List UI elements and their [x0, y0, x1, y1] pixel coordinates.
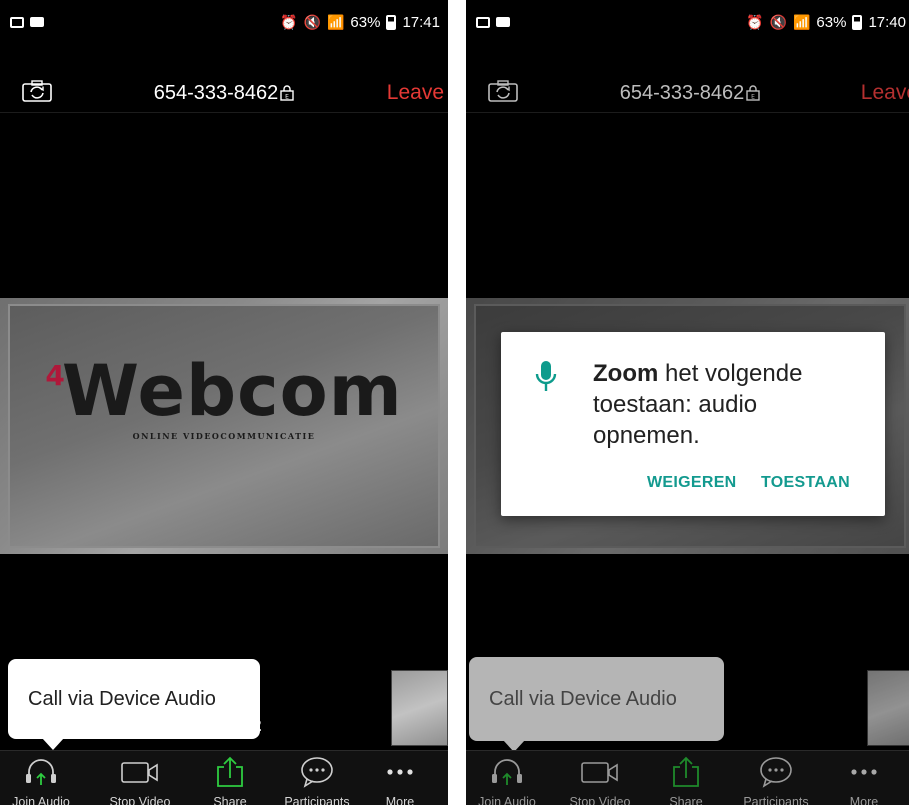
- battery-icon: [386, 14, 397, 30]
- battery-percent: 63%: [350, 13, 381, 31]
- participants-chat-icon: [760, 757, 792, 788]
- wifi-icon: 📶: [326, 14, 345, 30]
- more-button[interactable]: More: [834, 755, 894, 805]
- more-button[interactable]: More: [370, 755, 430, 805]
- video-frame: 4Webcom ONLINE VIDEOCOMMUNICATIE: [8, 304, 440, 548]
- allow-button[interactable]: TOESTAAN: [761, 474, 850, 492]
- status-bar: ⏰ 🔇 📶 63% 17:40: [466, 0, 909, 44]
- meeting-id: 654-333-8462 E: [466, 82, 909, 105]
- svg-text:E: E: [285, 94, 289, 101]
- call-device-audio-tooltip[interactable]: Call via Device Audio: [8, 659, 260, 750]
- leave-button[interactable]: Leave: [387, 81, 444, 105]
- headphones-icon: [492, 759, 522, 785]
- mute-icon: 🔇: [769, 14, 787, 30]
- clock: 17:40: [868, 13, 906, 31]
- clock: 17:41: [402, 13, 440, 31]
- logo-tagline: ONLINE VIDEOCOMMUNICATIE: [132, 431, 316, 441]
- video-notification-icon: [496, 17, 510, 27]
- tooltip-label: Call via Device Audio: [489, 687, 677, 710]
- participants-button[interactable]: Participants: [734, 755, 818, 805]
- meeting-id-text: 654-333-8462: [153, 82, 279, 104]
- video-camera-icon: [121, 762, 158, 783]
- participants-label: Participants: [743, 795, 809, 805]
- tooltip-label: Call via Device Audio: [28, 687, 216, 710]
- encryption-lock-icon: E: [746, 85, 760, 101]
- dialog-message: Zoom het volgende toestaan: audio opneme…: [593, 358, 853, 451]
- more-icon: [387, 769, 413, 775]
- microphone-icon: [535, 361, 557, 391]
- join-audio-label: Join Audio: [12, 795, 70, 805]
- image-notification-icon: [10, 16, 24, 28]
- alarm-icon: ⏰: [746, 14, 764, 30]
- bottom-toolbar: Join Audio Stop Video Share Participants…: [0, 750, 448, 805]
- join-audio-button[interactable]: Join Audio: [0, 755, 83, 805]
- webcom-logo: 4Webcom: [45, 350, 403, 432]
- stop-video-button[interactable]: Stop Video: [98, 755, 182, 805]
- share-label: Share: [669, 795, 703, 805]
- meeting-top-bar: 654-333-8462 E Leave: [466, 62, 909, 113]
- more-label: More: [385, 795, 415, 805]
- deny-button[interactable]: WEIGEREN: [647, 474, 737, 492]
- image-notification-icon: [476, 16, 490, 28]
- shared-video: 4Webcom ONLINE VIDEOCOMMUNICATIE: [0, 298, 448, 554]
- bottom-toolbar: Join Audio Stop Video Share Participants…: [466, 750, 909, 805]
- join-audio-label: Join Audio: [478, 795, 536, 805]
- svg-text:E: E: [751, 94, 755, 101]
- more-icon: [851, 769, 877, 775]
- share-icon: [673, 756, 699, 787]
- self-video-thumbnail[interactable]: [391, 670, 448, 746]
- leave-button[interactable]: Leave: [861, 81, 909, 105]
- mute-icon: 🔇: [303, 14, 321, 30]
- share-label: Share: [213, 795, 247, 805]
- participants-label: Participants: [284, 795, 350, 805]
- dialog-app-name: Zoom: [593, 360, 659, 387]
- stop-video-label: Stop Video: [569, 795, 631, 805]
- battery-icon: [852, 14, 863, 30]
- permission-dialog: Zoom het volgende toestaan: audio opneme…: [501, 332, 885, 516]
- self-video-thumbnail[interactable]: [867, 670, 909, 746]
- wifi-icon: 📶: [792, 14, 811, 30]
- video-notification-icon: [30, 17, 44, 27]
- stop-video-button[interactable]: Stop Video: [558, 755, 642, 805]
- zoom-screen-left: ⏰ 🔇 📶 63% 17:41 654-333-8462 E Leave 4Web…: [0, 0, 448, 805]
- share-button[interactable]: Share: [188, 755, 272, 805]
- more-label: More: [849, 795, 879, 805]
- zoom-screen-right: ⏰ 🔇 📶 63% 17:40 654-333-8462 E Leave: [466, 0, 909, 805]
- encryption-lock-icon: E: [280, 85, 294, 101]
- stop-video-label: Stop Video: [109, 795, 171, 805]
- battery-percent: 63%: [816, 13, 847, 31]
- headphones-icon: [26, 759, 56, 785]
- call-device-audio-tooltip[interactable]: Call via Device Audio: [469, 657, 724, 752]
- alarm-icon: ⏰: [280, 14, 298, 30]
- video-camera-icon: [581, 762, 618, 783]
- meeting-id-text: 654-333-8462: [619, 82, 745, 104]
- join-audio-button[interactable]: Join Audio: [466, 755, 549, 805]
- share-icon: [217, 756, 243, 787]
- meeting-id: 654-333-8462 E: [0, 82, 448, 105]
- meeting-top-bar: 654-333-8462 E Leave: [0, 62, 448, 113]
- participants-button[interactable]: Participants: [275, 755, 359, 805]
- participants-chat-icon: [301, 757, 333, 788]
- share-button[interactable]: Share: [644, 755, 728, 805]
- status-bar: ⏰ 🔇 📶 63% 17:41: [0, 0, 448, 44]
